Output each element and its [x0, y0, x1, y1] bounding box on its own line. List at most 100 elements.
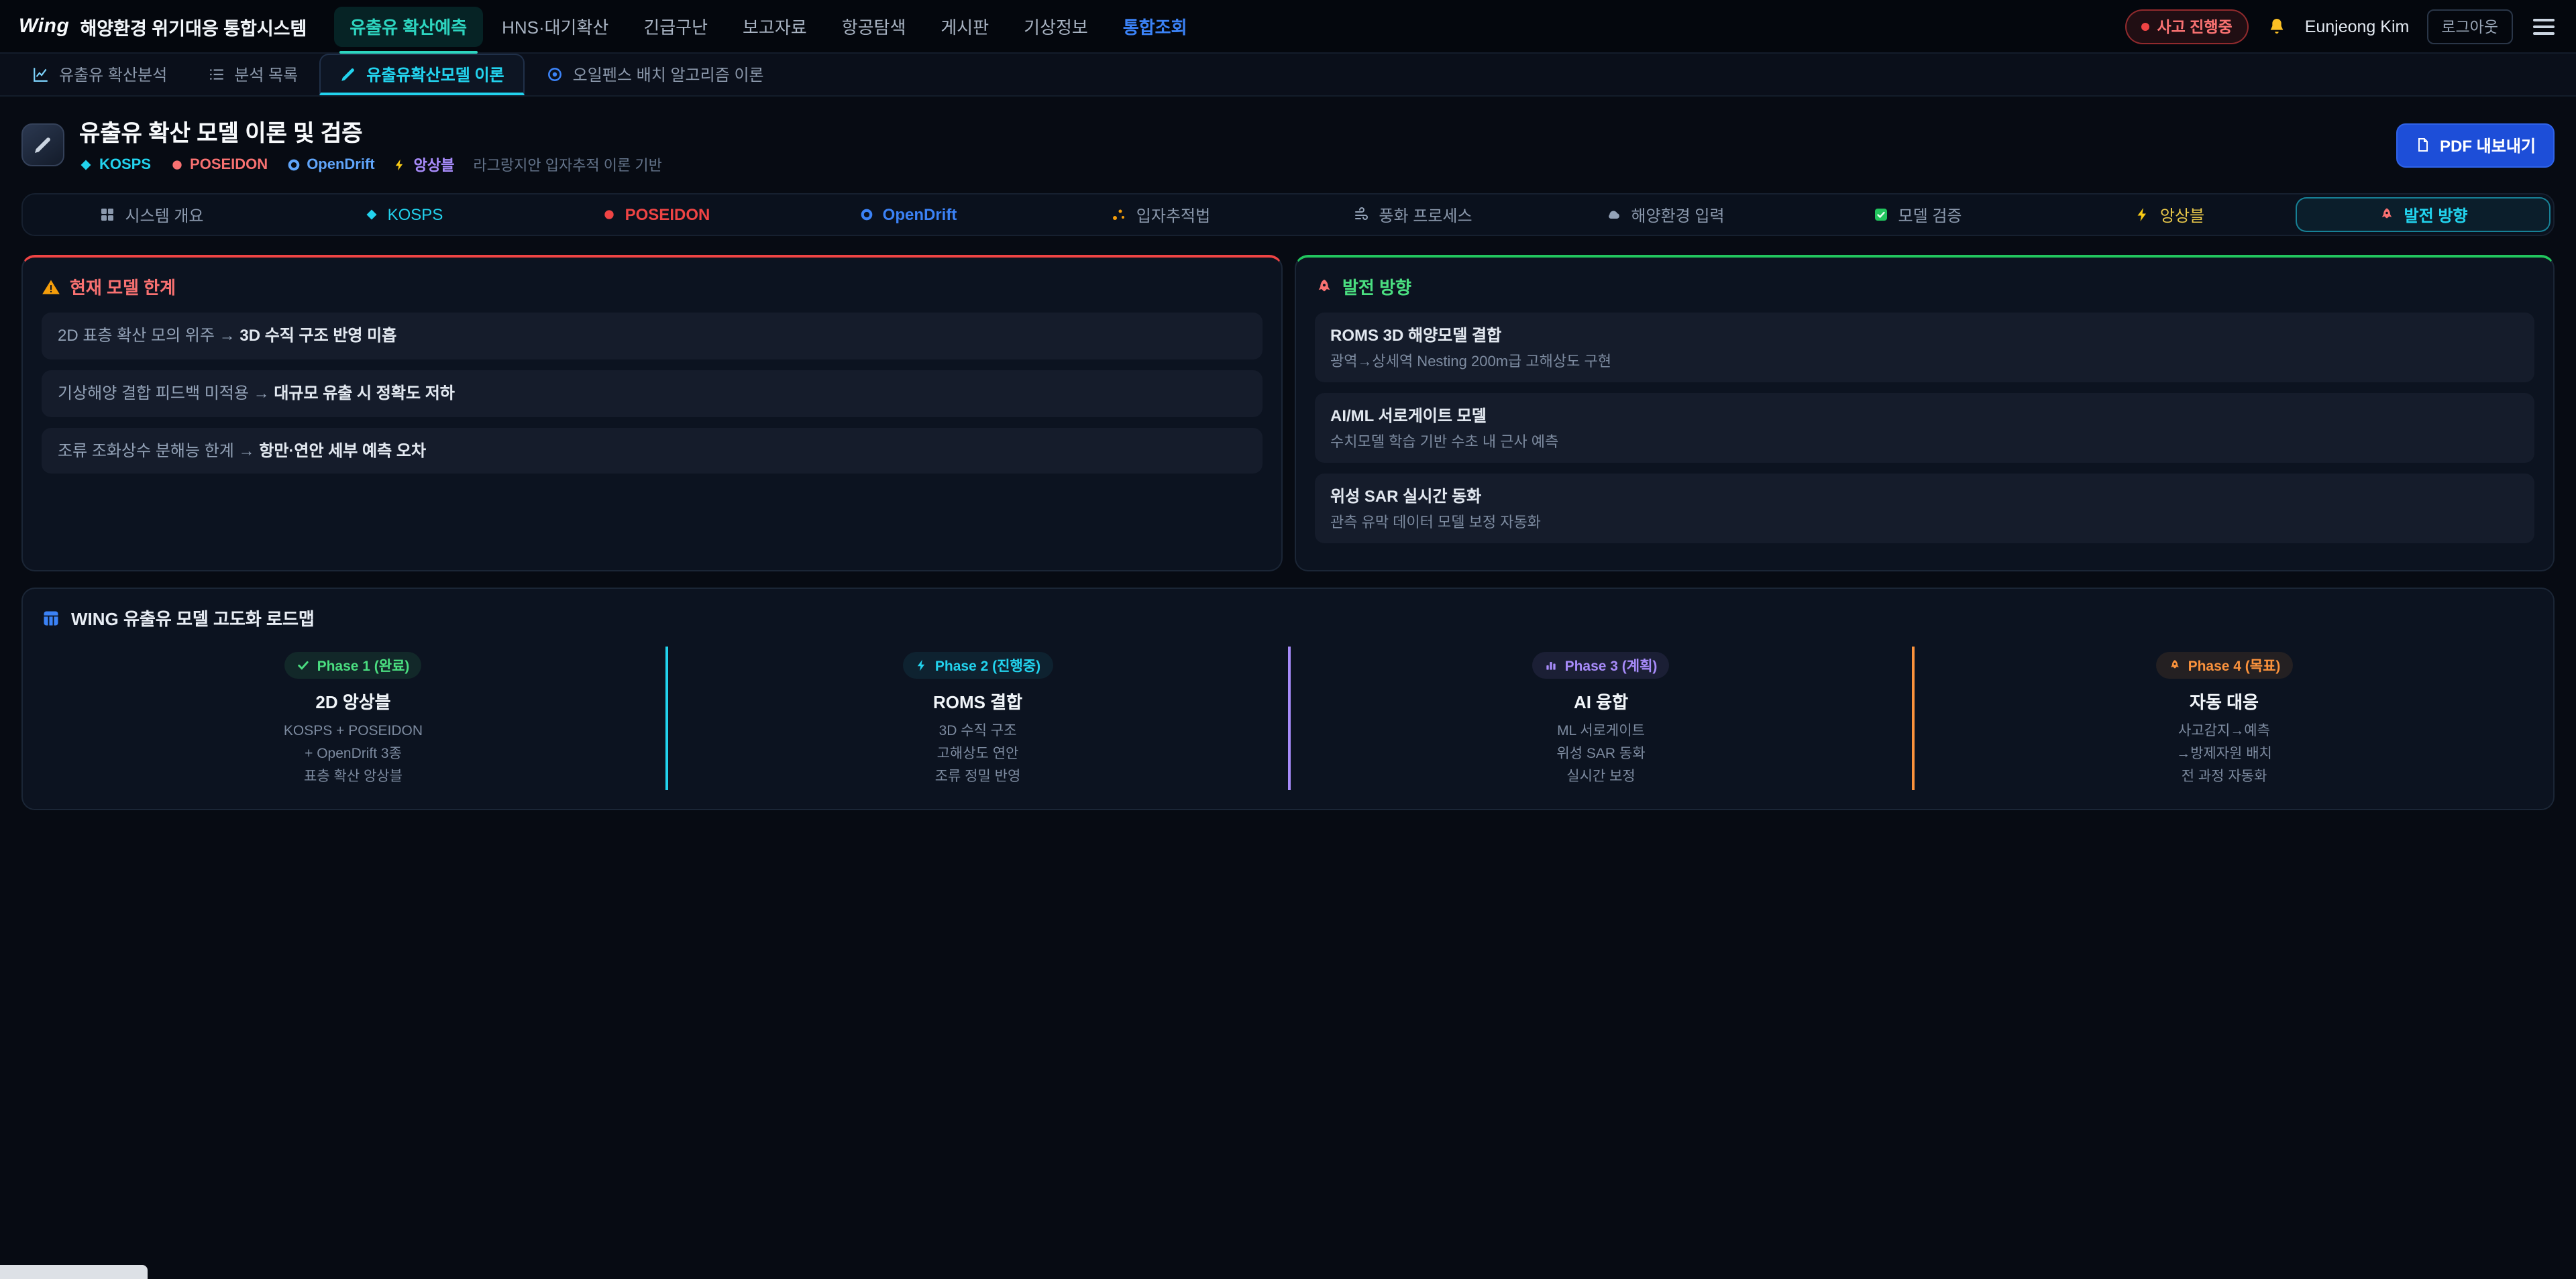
- section-tab-weathering[interactable]: 풍화 프로세스: [1287, 197, 1539, 232]
- nav-item-weather-info[interactable]: 기상정보: [1008, 6, 1104, 46]
- pen-icon: [339, 65, 357, 82]
- tab-boom-algorithm[interactable]: 오일펜스 배치 알고리즘 이론: [527, 54, 783, 95]
- phase-badge-label: Phase 3 (계획): [1565, 655, 1658, 675]
- rocket-icon: [1314, 277, 1333, 296]
- document-icon: [21, 123, 64, 166]
- check-icon: [297, 659, 311, 672]
- section-tab-kosps[interactable]: KOSPS: [278, 197, 530, 232]
- phase-line: 고해상도 연안: [681, 743, 1275, 766]
- nav-label: 유출유 확산예측: [350, 13, 467, 39]
- future-item-desc: 광역→상세역 Nesting 200m급 고해상도 구현: [1330, 350, 2518, 372]
- nav-item-oil-spill-forecast[interactable]: 유출유 확산예측: [333, 6, 483, 46]
- phase-line: 사고감지→예측: [1927, 720, 2521, 743]
- limitation-text: 기상해양 결합 피드백 미적용 →: [58, 384, 274, 402]
- bolt-icon: [394, 158, 407, 172]
- badge-label: POSEIDON: [190, 157, 268, 173]
- target-icon: [546, 66, 564, 83]
- phase-badge-label: Phase 4 (목표): [2188, 655, 2281, 675]
- phase-badge: Phase 1 (완료): [285, 652, 422, 679]
- roadmap-phase-1: Phase 1 (완료) 2D 앙상블 KOSPS + POSEIDON + O…: [42, 647, 665, 791]
- hamburger-menu-button[interactable]: [2530, 13, 2557, 40]
- notification-bell-button[interactable]: [2266, 15, 2288, 37]
- limitations-title-row: 현재 모델 한계: [42, 274, 1262, 299]
- sub-nav: 유출유 확산분석 분석 목록 유출유확산모델 이론 오일펜스 배치 알고리즘 이…: [0, 54, 2576, 97]
- section-tab-label: 앙상블: [2160, 203, 2204, 226]
- current-limitations-panel: 현재 모델 한계 2D 표층 확산 모의 위주 → 3D 수직 구조 반영 미흡…: [21, 255, 1282, 571]
- cloud-icon: [1605, 207, 1621, 223]
- warning-icon: [42, 277, 60, 296]
- future-item: ROMS 3D 해양모델 결합 광역→상세역 Nesting 200m급 고해상…: [1314, 313, 2534, 382]
- roadmap-title: WING 유출유 모델 고도화 로드맵: [71, 605, 315, 630]
- future-title-row: 발전 방향: [1314, 274, 2534, 299]
- section-tab-ocean-input[interactable]: 해양환경 입력: [1539, 197, 1791, 232]
- app-logo: Wing: [19, 15, 69, 38]
- nav-label: 보고자료: [743, 13, 807, 39]
- limitation-text: 조류 조화상수 분해능 한계 →: [58, 441, 259, 459]
- limitation-highlight: 항만·연안 세부 예측 오차: [259, 441, 426, 459]
- nav-item-integrated-search[interactable]: 통합조회: [1107, 6, 1203, 46]
- tab-label: 분석 목록: [234, 63, 298, 86]
- dot-icon: [170, 158, 183, 172]
- list-icon: [207, 66, 225, 83]
- user-name: Eunjeong Kim: [2305, 17, 2410, 36]
- nav-item-reports[interactable]: 보고자료: [727, 6, 823, 46]
- hamburger-icon: [2533, 18, 2555, 21]
- tab-analysis-list[interactable]: 분석 목록: [189, 54, 317, 95]
- section-tab-future-directions[interactable]: 발전 방향: [2296, 197, 2551, 232]
- phase-line: 위성 SAR 동화: [1304, 743, 1898, 766]
- particles-icon: [1111, 207, 1127, 223]
- nav-item-board[interactable]: 게시판: [924, 6, 1005, 46]
- section-tab-ensemble[interactable]: 앙상블: [2043, 197, 2296, 232]
- limitation-text: 2D 표층 확산 모의 위주 →: [58, 326, 239, 345]
- pdf-export-button[interactable]: PDF 내보내기: [2396, 123, 2555, 167]
- pdf-doc-icon: [2414, 137, 2430, 153]
- nav-item-air-search[interactable]: 항공탐색: [826, 6, 922, 46]
- nav-label: 긴급구난: [643, 13, 708, 39]
- app-title: 해양환경 위기대응 통합시스템: [80, 13, 307, 40]
- pdf-export-label: PDF 내보내기: [2440, 133, 2536, 156]
- section-tab-label: 해양환경 입력: [1631, 203, 1724, 226]
- section-tab-overview[interactable]: 시스템 개요: [25, 197, 278, 232]
- pen-icon: [32, 134, 54, 156]
- nav-item-hns-atmospheric[interactable]: HNS·대기확산: [486, 6, 625, 46]
- ring-icon: [860, 208, 873, 221]
- chart-icon: [32, 66, 50, 83]
- roadmap-panel: WING 유출유 모델 고도화 로드맵 Phase 1 (완료) 2D 앙상블 …: [21, 588, 2555, 811]
- section-tabs: 시스템 개요 KOSPS POSEIDON OpenDrift 입자추적법 풍화…: [21, 193, 2555, 236]
- app-root: Wing 해양환경 위기대응 통합시스템 유출유 확산예측 HNS·대기확산 긴…: [0, 0, 2576, 1279]
- nav-item-emergency-rescue[interactable]: 긴급구난: [627, 6, 724, 46]
- badge-opendrift: OpenDrift: [286, 157, 374, 173]
- diamond-icon: [79, 158, 93, 172]
- phase-title: ROMS 결합: [681, 688, 1275, 714]
- rocket-icon: [2168, 659, 2182, 672]
- badge-label: KOSPS: [99, 157, 151, 173]
- diamond-icon: [365, 208, 378, 221]
- incident-status-label: 사고 진행중: [2157, 15, 2232, 37]
- tab-spill-analysis[interactable]: 유출유 확산분석: [13, 54, 186, 95]
- section-tab-poseidon[interactable]: POSEIDON: [530, 197, 782, 232]
- section-tab-opendrift[interactable]: OpenDrift: [782, 197, 1034, 232]
- rocket-icon: [2379, 207, 2395, 223]
- section-tab-label: 입자추적법: [1136, 203, 1210, 226]
- incident-status-badge[interactable]: 사고 진행중: [2125, 9, 2248, 44]
- phase-line: 전 과정 자동화: [1927, 765, 2521, 788]
- phase-badge: Phase 2 (진행중): [903, 652, 1053, 679]
- section-tab-label: OpenDrift: [883, 205, 957, 224]
- badge-poseidon: POSEIDON: [170, 157, 268, 173]
- phase-line: KOSPS + POSEIDON: [55, 720, 651, 743]
- check-square-icon: [1873, 207, 1889, 223]
- nav-label: 기상정보: [1024, 13, 1088, 39]
- tab-model-theory[interactable]: 유출유확산모델 이론: [319, 54, 524, 95]
- future-item-title: 위성 SAR 실시간 동화: [1330, 484, 2518, 507]
- section-tab-particle-tracking[interactable]: 입자추적법: [1034, 197, 1287, 232]
- phase-line: 조류 정밀 반영: [681, 765, 1275, 788]
- section-tab-label: KOSPS: [388, 205, 443, 224]
- brand: Wing 해양환경 위기대응 통합시스템: [19, 13, 307, 40]
- logout-button[interactable]: 로그아웃: [2426, 9, 2513, 44]
- bolt-icon: [2135, 207, 2151, 223]
- grid-icon: [99, 207, 115, 223]
- section-tab-validation[interactable]: 모델 검증: [1791, 197, 2043, 232]
- section-tab-label: POSEIDON: [625, 205, 710, 224]
- phase-badge-label: Phase 2 (진행중): [935, 655, 1040, 675]
- phase-line: 실시간 보정: [1304, 765, 1898, 788]
